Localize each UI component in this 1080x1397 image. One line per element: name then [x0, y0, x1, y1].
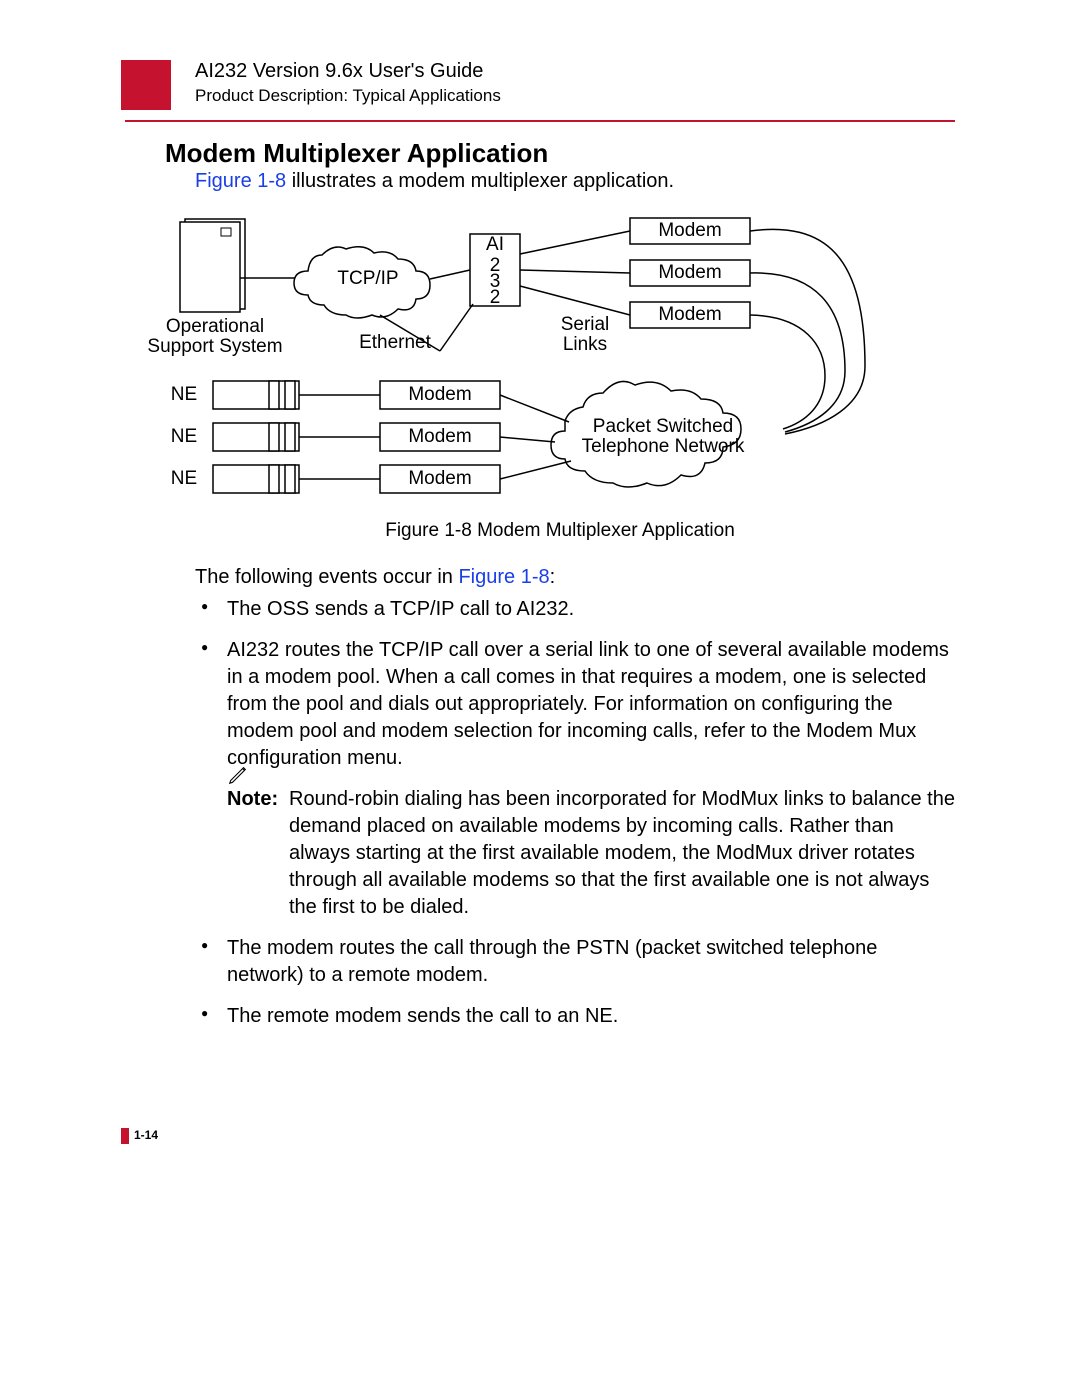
label-modem-b1: Modem	[380, 384, 500, 406]
bullet-text: The remote modem sends the call to an NE…	[227, 1005, 618, 1027]
modem-multiplexer-diagram: TCP/IP Operational Support System Ethern…	[165, 216, 955, 508]
header-accent-block	[121, 60, 171, 110]
label-tcpip: TCP/IP	[318, 268, 418, 290]
label-ne3: NE	[159, 468, 209, 490]
label-oss2: Support System	[135, 336, 295, 358]
intro-paragraph: Figure 1-8 illustrates a modem multiplex…	[195, 170, 674, 193]
section-heading: Modem Multiplexer Application	[165, 138, 548, 169]
label-ai-n3: 2	[470, 288, 520, 308]
figure-link[interactable]: Figure 1-8	[195, 170, 286, 192]
label-pstn2: Telephone Network	[563, 436, 763, 458]
label-modem-t3: Modem	[630, 304, 750, 326]
bullet-text: The OSS sends a TCP/IP call to AI232.	[227, 598, 574, 620]
list-item: AI232 routes the TCP/IP call over a seri…	[195, 637, 957, 921]
figure-link-2[interactable]: Figure 1-8	[458, 566, 549, 588]
footer-accent	[121, 1128, 129, 1144]
list-item: The OSS sends a TCP/IP call to AI232.	[195, 596, 957, 623]
label-serial1: Serial	[545, 314, 625, 336]
label-ne2: NE	[159, 426, 209, 448]
page-number: 1-14	[134, 1128, 158, 1142]
intro-text: illustrates a modem multiplexer applicat…	[286, 170, 674, 192]
list-item: The modem routes the call through the PS…	[195, 935, 957, 989]
note-block: Note: Round-robin dialing has been incor…	[227, 786, 957, 921]
label-modem-b2: Modem	[380, 426, 500, 448]
list-item: The remote modem sends the call to an NE…	[195, 1003, 957, 1030]
figure-caption: Figure 1-8 Modem Multiplexer Application	[165, 520, 955, 542]
following-events-text: The following events occur in Figure 1-8…	[195, 566, 555, 589]
bullet-text: AI232 routes the TCP/IP call over a seri…	[227, 639, 949, 769]
label-oss1: Operational	[135, 316, 295, 338]
following-prefix: The following events occur in	[195, 566, 458, 588]
bullet-text: The modem routes the call through the PS…	[227, 937, 877, 986]
diagram-svg	[165, 216, 955, 508]
pencil-icon	[227, 764, 249, 786]
header-subtitle: Product Description: Typical Application…	[195, 86, 501, 106]
label-modem-b3: Modem	[380, 468, 500, 490]
note-label: Note:	[227, 786, 278, 813]
label-ne1: NE	[159, 384, 209, 406]
label-ethernet: Ethernet	[345, 332, 445, 354]
header-title: AI232 Version 9.6x User's Guide	[195, 60, 483, 83]
label-serial2: Links	[545, 334, 625, 356]
note-body: Round-robin dialing has been incorporate…	[289, 788, 955, 918]
following-colon: :	[550, 566, 556, 588]
label-modem-t1: Modem	[630, 220, 750, 242]
label-ai: AI	[470, 234, 520, 256]
event-list: The OSS sends a TCP/IP call to AI232. AI…	[195, 596, 957, 1044]
label-modem-t2: Modem	[630, 262, 750, 284]
label-pstn1: Packet Switched	[563, 416, 763, 438]
header-rule	[125, 120, 955, 122]
